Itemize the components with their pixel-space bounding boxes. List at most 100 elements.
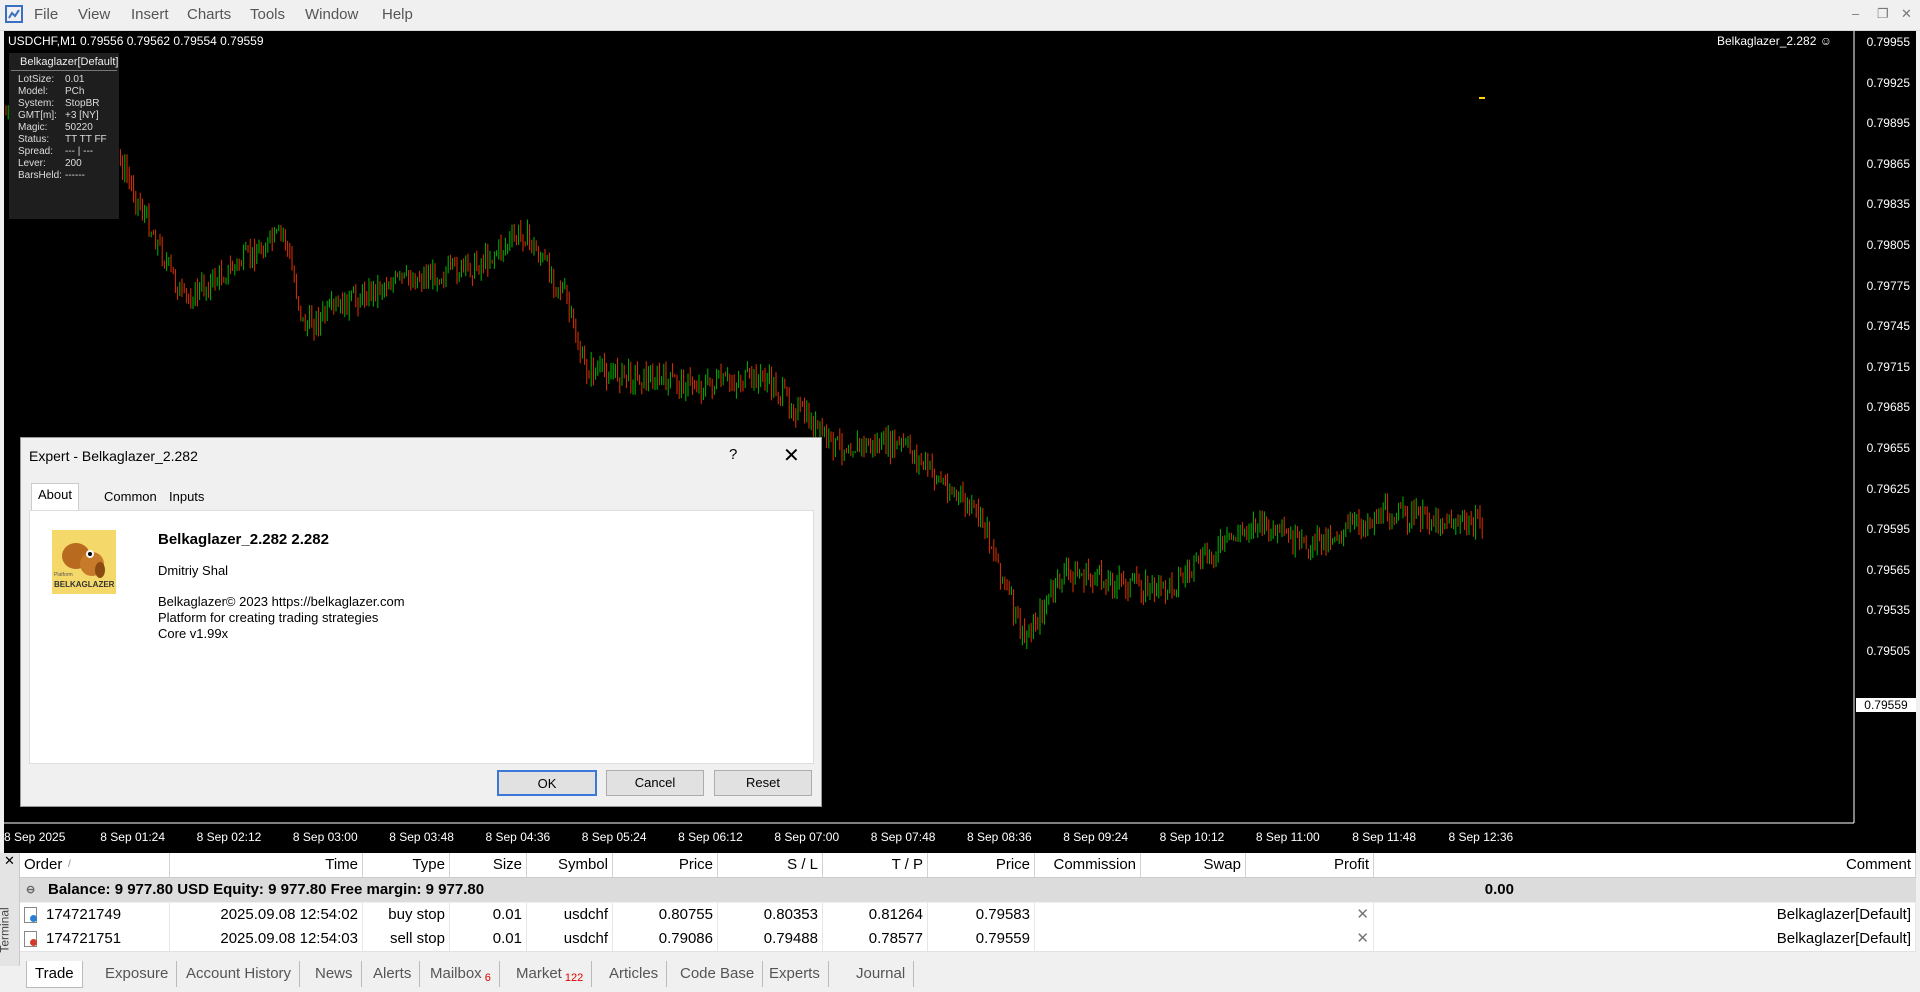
menu-view[interactable]: View — [78, 6, 110, 23]
terminal-tab-alerts[interactable]: Alerts — [365, 961, 421, 987]
expert-advisor-label[interactable]: Belkaglazer_2.282 ☺ — [1717, 34, 1832, 48]
menu-tools[interactable]: Tools — [250, 6, 285, 23]
tab-inputs[interactable]: Inputs — [163, 486, 210, 510]
cancel-button[interactable]: Cancel — [606, 770, 704, 796]
cell-comment: Belkaglazer[Default] — [1374, 903, 1916, 927]
ea-panel-value: StopBR — [65, 98, 100, 109]
cell-sl: 0.79488 — [718, 927, 823, 951]
belkaglazer-logo: Platform BELKAGLAZER — [52, 530, 116, 594]
ea-panel-row: GMT[m]: +3 [NY] — [9, 110, 119, 122]
price-axis-label: 0.79625 — [1866, 481, 1910, 496]
ea-panel-value: ------ — [65, 170, 85, 181]
ea-panel-value: PCh — [65, 86, 85, 97]
cell-type: sell stop — [363, 927, 450, 951]
time-axis-label: 8 Sep 07:00 — [774, 830, 840, 844]
reset-button[interactable]: Reset — [714, 770, 812, 796]
close-icon[interactable]: ✕ — [1901, 6, 1912, 22]
terminal-tab-account-history[interactable]: Account History — [178, 961, 301, 987]
tab-about[interactable]: About — [31, 483, 79, 511]
tab-label: News — [315, 965, 353, 982]
ea-panel-row: Magic: 50220 — [9, 122, 119, 134]
column-header[interactable]: Type — [363, 853, 450, 877]
terminal-tab-journal[interactable]: Journal — [848, 961, 915, 987]
dialog-close-icon[interactable]: ✕ — [783, 443, 800, 468]
terminal-tab-mailbox[interactable]: Mailbox 6 — [422, 961, 500, 987]
terminal-close-icon[interactable]: ✕ — [4, 853, 15, 869]
expert-core-version: Core v1.99x — [158, 626, 229, 641]
column-header[interactable]: Time — [170, 853, 363, 877]
terminal-tab-code-base[interactable]: Code Base — [672, 961, 764, 987]
terminal-tab-market[interactable]: Market 122 — [508, 961, 593, 987]
column-header[interactable]: Size — [450, 853, 527, 877]
menu-charts[interactable]: Charts — [187, 6, 231, 23]
balance-summary: Balance: 9 977.80 USD Equity: 9 977.80 F… — [48, 881, 485, 898]
cell-comment: Belkaglazer[Default] — [1374, 927, 1916, 951]
cell-order: 174721751 — [42, 927, 170, 951]
ea-panel-key: Spread: — [18, 146, 54, 157]
ea-panel-key: LotSize: — [18, 74, 55, 85]
tab-badge: 122 — [564, 972, 584, 984]
column-header[interactable]: S / L — [718, 853, 823, 877]
terminal-tab-news[interactable]: News — [307, 961, 362, 987]
tab-common[interactable]: Common — [98, 486, 163, 510]
delete-order-icon[interactable]: ✕ — [1356, 906, 1369, 923]
column-header[interactable]: Commission — [1035, 853, 1141, 877]
ea-panel-key: Magic: — [18, 122, 48, 133]
delete-order-icon[interactable]: ✕ — [1356, 930, 1369, 947]
price-axis-label: 0.79865 — [1866, 156, 1910, 171]
column-header[interactable]: Comment — [1374, 853, 1916, 877]
order-row[interactable]: 174721751 2025.09.08 12:54:03 sell stop 0.0… — [20, 927, 1916, 952]
column-header[interactable]: T / P — [823, 853, 928, 877]
terminal-tabs: Trade Exposure Account History News Alerts Ma… — [20, 961, 1916, 988]
tab-label: Alerts — [373, 965, 412, 982]
restore-icon[interactable]: ❐ — [1877, 6, 1889, 22]
price-axis-label: 0.79955 — [1866, 35, 1910, 49]
ea-panel-title: Belkaglazer[Default] — [11, 53, 118, 71]
ea-panel-key: GMT[m]: — [18, 110, 57, 121]
cell-tp: 0.81264 — [823, 903, 928, 927]
minimize-icon[interactable]: – — [1852, 6, 1859, 21]
pending-order-icon — [24, 931, 37, 947]
logo-caption: Platform — [54, 572, 73, 578]
menu-file[interactable]: File — [34, 6, 58, 23]
ea-panel-row: Spread: --- | --- — [9, 146, 119, 158]
ea-panel-row: Lever: 200 — [9, 158, 119, 170]
cell-cur-price: 0.79559 — [928, 927, 1035, 951]
sort-indicator-icon: / — [68, 859, 71, 870]
column-header[interactable]: Profit — [1246, 853, 1374, 877]
time-axis-label: 8 Sep 11:00 — [1255, 830, 1320, 844]
balance-profit: 0.00 — [1484, 881, 1514, 898]
column-header[interactable]: Swap — [1141, 853, 1246, 877]
cell-cur-price: 0.79583 — [928, 903, 1035, 927]
cell-symbol: usdchf — [527, 903, 613, 927]
time-axis-label: 8 Sep 10:12 — [1159, 830, 1225, 844]
column-header[interactable]: Price — [613, 853, 718, 877]
time-axis-label: 8 Sep 2025 — [4, 830, 66, 844]
terminal-tab-experts[interactable]: Experts — [761, 961, 829, 987]
price-axis-label: 0.79745 — [1866, 319, 1910, 334]
column-header[interactable]: Order — [20, 853, 170, 877]
time-axis-label: 8 Sep 12:36 — [1448, 830, 1514, 844]
tab-label: Articles — [609, 965, 659, 982]
price-axis-label: 0.79535 — [1866, 603, 1910, 618]
terminal-tab-exposure[interactable]: Exposure — [97, 961, 178, 987]
column-header[interactable]: Price — [928, 853, 1035, 877]
tab-badge: 6 — [484, 972, 491, 984]
price-axis-label: 0.79925 — [1866, 75, 1910, 90]
ea-panel-value: TT TT FF — [65, 134, 107, 145]
time-axis-label: 8 Sep 03:48 — [389, 830, 454, 844]
order-row[interactable]: 174721749 2025.09.08 12:54:02 buy stop 0.01… — [20, 903, 1916, 928]
column-header[interactable]: Symbol — [527, 853, 613, 877]
ea-panel-value: +3 [NY] — [65, 110, 99, 121]
terminal-tab-articles[interactable]: Articles — [601, 961, 668, 987]
menu-help[interactable]: Help — [382, 6, 413, 23]
time-axis-label: 8 Sep 02:12 — [196, 830, 262, 844]
ok-button[interactable]: OK — [497, 770, 597, 796]
price-axis-label: 0.79835 — [1866, 197, 1910, 212]
time-axis-label: 8 Sep 04:36 — [485, 830, 551, 844]
collapse-icon[interactable]: ⊖ — [26, 878, 35, 902]
help-icon[interactable]: ? — [729, 446, 737, 463]
menu-window[interactable]: Window — [305, 6, 358, 23]
terminal-tab-trade[interactable]: Trade — [26, 961, 83, 988]
menu-insert[interactable]: Insert — [131, 6, 169, 23]
